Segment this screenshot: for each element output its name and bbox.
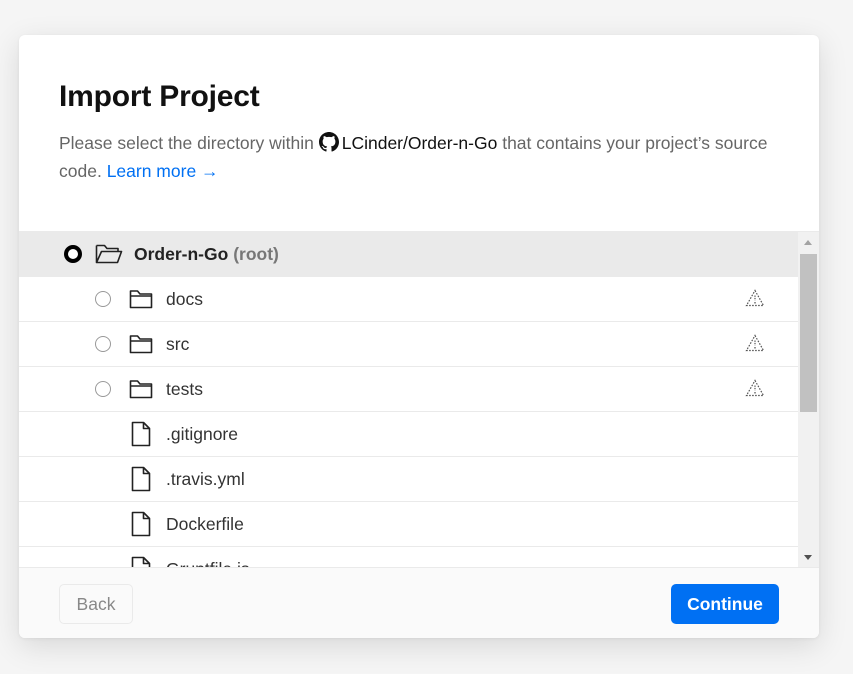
folder-icon bbox=[129, 335, 153, 354]
folder-icon bbox=[129, 380, 153, 399]
warning-icon bbox=[745, 289, 765, 307]
folder-open-icon bbox=[95, 244, 123, 264]
dialog-header: Import Project Please select the directo… bbox=[19, 35, 819, 187]
page-title: Import Project bbox=[59, 80, 260, 113]
tree-row-label: .gitignore bbox=[166, 423, 238, 444]
tree-row-file: Gruntfile.js bbox=[19, 547, 798, 568]
tree-row-file: Dockerfile bbox=[19, 502, 798, 547]
file-icon bbox=[131, 511, 151, 537]
dialog-description: Please select the directory within LCind… bbox=[59, 129, 779, 185]
back-button[interactable]: Back bbox=[59, 584, 133, 624]
directory-tree-rows: Order-n-Go (root) docs src tests .gitignore… bbox=[19, 232, 798, 568]
github-icon bbox=[318, 132, 339, 152]
import-project-dialog: Import Project Please select the directo… bbox=[19, 35, 819, 638]
root-label: Order-n-Go (root) bbox=[134, 244, 279, 265]
root-suffix: (root) bbox=[233, 243, 279, 264]
folder-radio[interactable] bbox=[95, 336, 111, 352]
file-icon bbox=[131, 421, 151, 447]
learn-more-link[interactable]: Learn more → bbox=[107, 161, 219, 181]
directory-tree: Order-n-Go (root) docs src tests .gitignore… bbox=[19, 231, 819, 568]
warning-icon bbox=[745, 379, 765, 397]
warning-icon bbox=[745, 334, 765, 352]
file-icon bbox=[131, 466, 151, 492]
root-radio[interactable] bbox=[64, 245, 82, 263]
repo-reference: LCinder/Order-n-Go bbox=[318, 132, 498, 153]
dialog-footer: Back Continue bbox=[19, 567, 819, 638]
scroll-up-arrow-icon[interactable] bbox=[804, 240, 812, 245]
scroll-down-arrow-icon[interactable] bbox=[804, 555, 812, 560]
tree-row-file: .gitignore bbox=[19, 412, 798, 457]
continue-button[interactable]: Continue bbox=[671, 584, 779, 624]
tree-row-label: Dockerfile bbox=[166, 513, 244, 534]
tree-row-folder[interactable]: src bbox=[19, 322, 798, 367]
description-text-before: Please select the directory within bbox=[59, 133, 319, 153]
folder-icon bbox=[129, 290, 153, 309]
tree-row-folder[interactable]: tests bbox=[19, 367, 798, 412]
root-name: Order-n-Go bbox=[134, 243, 229, 264]
folder-radio[interactable] bbox=[95, 291, 111, 307]
repo-name: LCinder/Order-n-Go bbox=[341, 133, 498, 153]
tree-row-label: docs bbox=[166, 288, 203, 309]
tree-row-label: .travis.yml bbox=[166, 468, 245, 489]
tree-row-root[interactable]: Order-n-Go (root) bbox=[19, 232, 798, 277]
folder-radio[interactable] bbox=[95, 381, 111, 397]
tree-row-label: src bbox=[166, 333, 190, 354]
tree-row-file: .travis.yml bbox=[19, 457, 798, 502]
tree-row-label: tests bbox=[166, 378, 203, 399]
tree-scrollbar[interactable] bbox=[798, 232, 819, 568]
scrollbar-thumb[interactable] bbox=[800, 254, 817, 412]
tree-row-folder[interactable]: docs bbox=[19, 277, 798, 322]
